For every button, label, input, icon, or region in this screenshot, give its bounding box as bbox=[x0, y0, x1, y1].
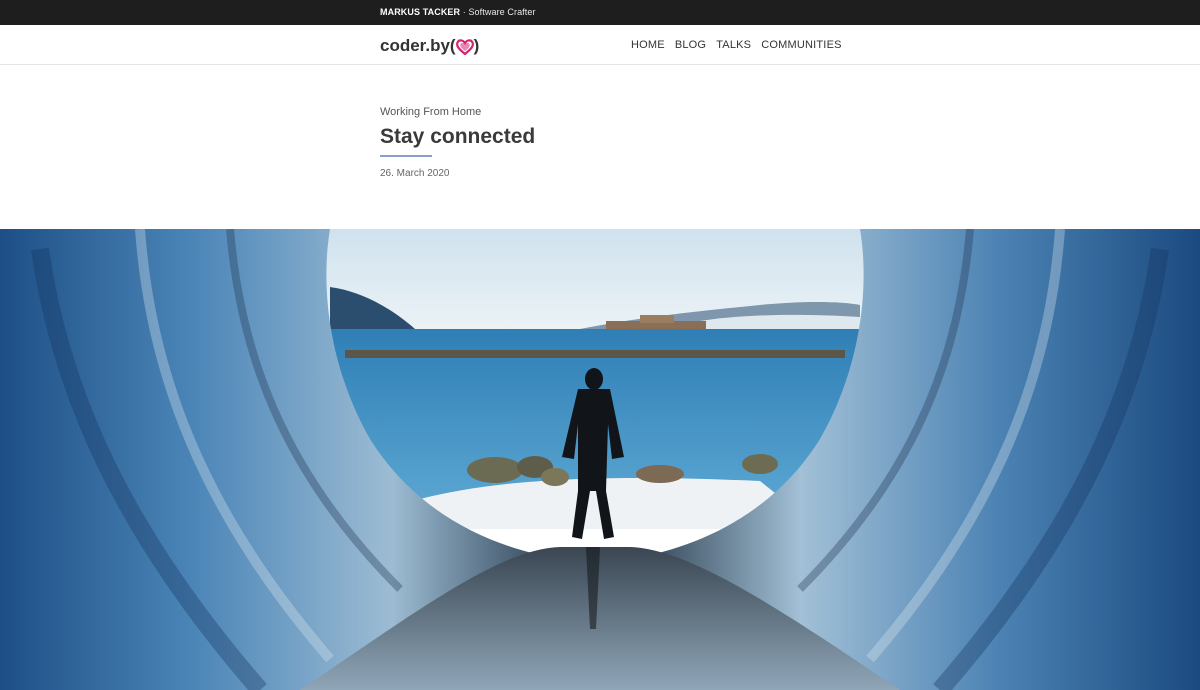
post-category[interactable]: Working From Home bbox=[380, 106, 880, 118]
top-bar: MARKUS TACKER · Software Crafter bbox=[0, 0, 1200, 25]
post-header: Working From Home Stay connected 26. Mar… bbox=[380, 106, 880, 179]
logo-paren-close: ) bbox=[473, 36, 480, 55]
heart-icon bbox=[455, 38, 474, 55]
nav-blog[interactable]: BLOG bbox=[675, 39, 706, 51]
main-nav: HOME BLOG TALKS COMMUNITIES bbox=[631, 39, 842, 51]
title-underline bbox=[380, 155, 432, 157]
post-date: 26. March 2020 bbox=[380, 168, 450, 179]
author-role: Software Crafter bbox=[468, 7, 536, 17]
nav-talks[interactable]: TALKS bbox=[716, 39, 751, 51]
nav-home[interactable]: HOME bbox=[631, 39, 665, 51]
author-tagline: MARKUS TACKER · Software Crafter bbox=[380, 7, 536, 17]
hero-image bbox=[0, 229, 1200, 690]
post-title: Stay connected bbox=[380, 125, 536, 148]
logo-text: coder.by bbox=[380, 36, 450, 55]
site-header: coder.by( ) HOME BLOG TALKS COMMUNITIES bbox=[0, 25, 1200, 65]
nav-communities[interactable]: COMMUNITIES bbox=[761, 39, 841, 51]
site-logo[interactable]: coder.by( ) bbox=[380, 35, 479, 57]
author-name: MARKUS TACKER bbox=[380, 7, 461, 17]
